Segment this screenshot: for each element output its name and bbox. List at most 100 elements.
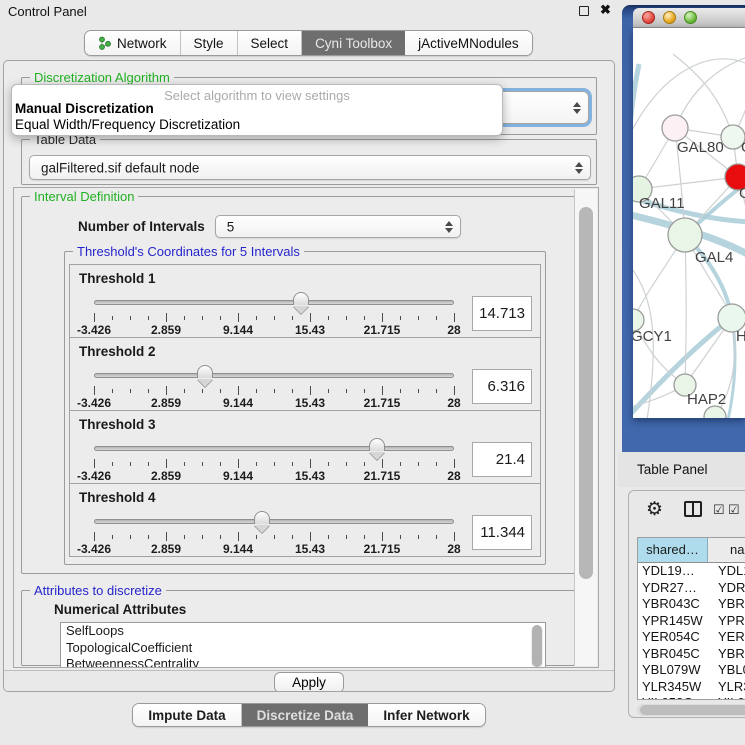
threshold-panel: Threshold 4 -3.4262.8599.14415.4321.71528… xyxy=(69,483,541,557)
threshold-slider[interactable]: -3.4262.8599.14415.4321.71528 xyxy=(94,292,454,338)
interval-definition-title: Interval Definition xyxy=(30,189,138,204)
cell-name: YBR0 xyxy=(708,646,745,663)
network-edge[interactable] xyxy=(685,235,686,385)
cell-shared-name: YIL052C xyxy=(638,695,708,700)
bottom-tab-discretize-data[interactable]: Discretize Data xyxy=(242,704,369,726)
tab-style[interactable]: Style xyxy=(181,31,238,55)
tab-cyni-toolbox[interactable]: Cyni Toolbox xyxy=(302,31,405,55)
gear-icon[interactable]: ⚙ xyxy=(646,499,663,521)
network-edge-thick[interactable] xyxy=(633,64,639,146)
table-row[interactable]: YIL052CYIL0 xyxy=(638,695,745,700)
slider-track[interactable] xyxy=(94,446,454,451)
tab-label: jActiveMNodules xyxy=(418,36,519,51)
slider-thumb[interactable] xyxy=(254,511,270,524)
table-row[interactable]: YBL079WYBL0 xyxy=(638,662,745,679)
attribute-item-topologicalcoefficient[interactable]: TopologicalCoefficient xyxy=(61,640,545,657)
table-row[interactable]: YBR043CYBR0 xyxy=(638,596,745,613)
cell-name: YLR3 xyxy=(708,679,745,696)
numerical-attributes-heading: Numerical Attributes xyxy=(54,602,186,617)
node-label: GAL4 xyxy=(695,249,733,266)
bottom-tab-infer-network[interactable]: Infer Network xyxy=(368,704,484,726)
slider-thumb[interactable] xyxy=(293,292,309,305)
node-label: H xyxy=(736,328,745,345)
cell-name: YDL1 xyxy=(708,563,745,580)
bottom-tab-impute-data[interactable]: Impute Data xyxy=(133,704,241,726)
threshold-value-field[interactable]: 21.4 xyxy=(472,442,532,477)
node-label: GAL80 xyxy=(677,139,724,156)
column-header-name[interactable]: na xyxy=(708,538,745,562)
threshold-value-field[interactable]: 14.713 xyxy=(472,296,532,331)
column-header-shared-name[interactable]: shared… xyxy=(638,538,708,562)
node-table-body: YDL19…YDL1YDR27…YDR2YBR043CYBR0YPR145WYP… xyxy=(638,563,745,700)
table-hscrollbar[interactable] xyxy=(637,704,745,716)
tab-label: Style xyxy=(194,36,224,51)
checkbox-icon[interactable]: ☑ xyxy=(713,502,725,518)
table-data-select[interactable]: galFiltered.sif default node xyxy=(29,155,591,180)
algorithm-placeholder-option[interactable]: Select algorithm to view settings xyxy=(12,85,502,101)
attribute-item-betweennesscentrality[interactable]: BetweennessCentrality xyxy=(61,656,545,668)
table-row[interactable]: YLR345WYLR3 xyxy=(638,679,745,696)
interval-definition-group: Interval Definition Number of Intervals … xyxy=(21,196,575,574)
close-icon[interactable]: ✖ xyxy=(600,2,611,18)
table-row[interactable]: YDL19…YDL1 xyxy=(638,563,745,580)
table-panel-title: Table Panel xyxy=(637,462,708,477)
algorithm-option-equal-width[interactable]: Equal Width/Frequency Discretization xyxy=(12,117,502,133)
threshold-slider[interactable]: -3.4262.8599.14415.4321.71528 xyxy=(94,511,454,557)
network-node-gal80[interactable] xyxy=(662,115,688,141)
tab-select[interactable]: Select xyxy=(238,31,303,55)
network-edge[interactable] xyxy=(639,177,738,189)
tab-jactivemnodules[interactable]: jActiveMNodules xyxy=(405,31,532,55)
node-label: G xyxy=(739,185,745,202)
settings-scrollbar[interactable] xyxy=(574,189,597,666)
network-node-gal4[interactable] xyxy=(668,218,702,252)
discretization-algorithm-title: Discretization Algorithm xyxy=(30,70,174,85)
table-panel-toolbar: ⚙ ☑ ☑ xyxy=(629,495,745,531)
checkbox-icon[interactable]: ☑ xyxy=(728,502,740,518)
threshold-value-field[interactable]: 11.344 xyxy=(472,515,532,550)
table-row[interactable]: YBR045CYBR0 xyxy=(638,646,745,663)
float-window-icon[interactable] xyxy=(579,6,589,16)
close-window-icon[interactable] xyxy=(642,11,655,24)
slider-ticks xyxy=(94,459,454,469)
algorithm-option-manual[interactable]: Manual Discretization xyxy=(12,101,502,117)
minimize-window-icon[interactable] xyxy=(663,11,676,24)
threshold-label: Threshold 4 xyxy=(79,490,156,505)
network-icon xyxy=(98,36,111,51)
cell-name: YIL0 xyxy=(708,695,745,700)
table-row[interactable]: YDR27…YDR2 xyxy=(638,580,745,597)
cell-name: YBL0 xyxy=(708,662,745,679)
number-of-intervals-select[interactable]: 5 xyxy=(215,215,461,238)
table-row[interactable]: YPR145WYPR1 xyxy=(638,613,745,630)
scrollbar-thumb[interactable] xyxy=(579,207,593,579)
zoom-window-icon[interactable] xyxy=(684,11,697,24)
slider-track[interactable] xyxy=(94,519,454,524)
slider-track[interactable] xyxy=(94,300,454,305)
node-table[interactable]: shared… na YDL19…YDL1YDR27…YDR2YBR043CYB… xyxy=(637,537,745,700)
hscrollbar-thumb[interactable] xyxy=(640,705,745,715)
combo-arrows-icon xyxy=(445,221,453,233)
attribute-item-selfloops[interactable]: SelfLoops xyxy=(61,623,545,640)
slider-tick-labels: -3.4262.8599.14415.4321.71528 xyxy=(94,542,454,556)
thresholds-group-title: Threshold's Coordinates for 5 Intervals xyxy=(73,244,304,259)
cell-shared-name: YDR27… xyxy=(638,580,708,597)
numerical-attributes-list[interactable]: SelfLoopsTopologicalCoefficientBetweenne… xyxy=(60,622,546,668)
cell-shared-name: YBR045C xyxy=(638,646,708,663)
threshold-slider[interactable]: -3.4262.8599.14415.4321.71528 xyxy=(94,438,454,484)
tab-label: Cyni Toolbox xyxy=(315,36,392,51)
threshold-panel: Threshold 2-3.4262.8599.14415.4321.71528… xyxy=(69,337,541,411)
attributes-scrollbar[interactable] xyxy=(531,625,543,668)
threshold-slider[interactable]: -3.4262.8599.14415.4321.71528 xyxy=(94,365,454,411)
network-canvas[interactable]: GAL80GAGGAL11GAL4GCY1HHAP2 xyxy=(633,28,745,418)
slider-thumb[interactable] xyxy=(197,365,213,378)
apply-button[interactable]: Apply xyxy=(274,672,344,693)
threshold-panel: Threshold 1-3.4262.8599.14415.4321.71528… xyxy=(69,264,541,338)
split-columns-icon[interactable] xyxy=(684,501,702,517)
slider-track[interactable] xyxy=(94,373,454,378)
table-row[interactable]: YER054CYER0 xyxy=(638,629,745,646)
tab-network[interactable]: Network xyxy=(85,31,181,55)
network-edge[interactable] xyxy=(675,56,745,128)
tab-label: Select xyxy=(251,36,289,51)
slider-thumb[interactable] xyxy=(369,438,385,451)
cell-shared-name: YPR145W xyxy=(638,613,708,630)
threshold-value-field[interactable]: 6.316 xyxy=(472,369,532,404)
